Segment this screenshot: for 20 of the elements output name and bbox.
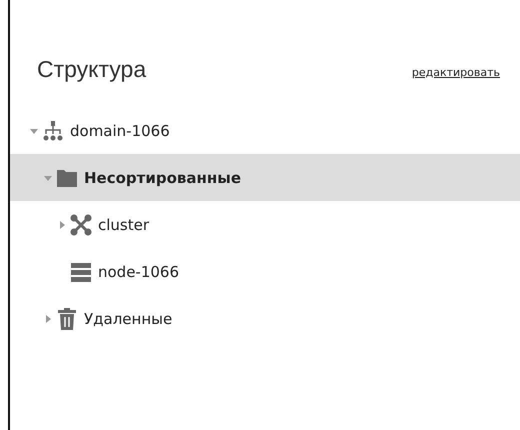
tree-item[interactable]: domain-1066	[10, 107, 520, 154]
caret-right-icon[interactable]	[44, 314, 52, 322]
tree-item[interactable]: Удаленные	[10, 295, 520, 342]
tree-item-label: Удаленные	[84, 310, 172, 328]
hierarchy-icon	[42, 120, 64, 142]
edit-link[interactable]: редактировать	[412, 66, 500, 79]
server-icon	[70, 260, 92, 282]
caret-down-icon[interactable]	[30, 126, 38, 134]
tree-item[interactable]: node-1066	[10, 248, 520, 295]
caret-down-icon[interactable]	[44, 174, 52, 182]
caret-right-icon[interactable]	[58, 220, 66, 228]
tree-item-label: domain-1066	[70, 122, 170, 140]
network-icon	[70, 214, 92, 236]
tree-item-label: Несортированные	[84, 168, 241, 186]
tree-item[interactable]: Несортированные	[10, 154, 520, 201]
panel-title: Структура	[37, 56, 146, 83]
tree-item[interactable]: cluster	[10, 201, 520, 248]
tree-item-label: cluster	[98, 216, 150, 234]
trash-icon	[56, 308, 78, 330]
tree-item-label: node-1066	[98, 262, 180, 280]
